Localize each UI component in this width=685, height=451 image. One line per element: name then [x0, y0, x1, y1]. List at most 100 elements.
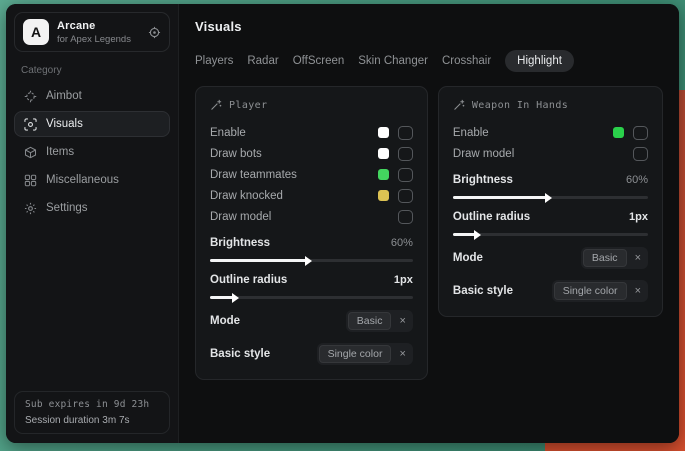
checkbox[interactable] [633, 126, 648, 140]
sidebar-item-label: Settings [46, 202, 88, 214]
slider-track[interactable] [210, 259, 413, 262]
panel-title: Weapon In Hands [472, 100, 568, 111]
content-area: Player Enable Draw bots Draw teammates D… [195, 86, 663, 380]
select-label: Mode [453, 252, 581, 264]
select-value: Single color [554, 282, 627, 300]
x-icon[interactable]: × [635, 253, 641, 264]
scan-icon [24, 118, 37, 131]
sub-expires-text: Sub expires in 9d 23h [25, 399, 159, 410]
toggle-row-draw-model: Draw model [210, 206, 413, 227]
tab-offscreen[interactable]: OffScreen [293, 50, 345, 72]
toggle-row-draw-bots: Draw bots [210, 143, 413, 164]
select-label: Mode [210, 315, 346, 327]
slider-value: 60% [626, 174, 648, 186]
grid-icon [24, 174, 37, 187]
slider-outline-radius: Outline radius 1px [210, 271, 413, 299]
sidebar-item-visuals[interactable]: Visuals [14, 111, 170, 137]
sidebar-item-label: Visuals [46, 118, 83, 130]
tab-players[interactable]: Players [195, 50, 233, 72]
sidebar-item-label: Miscellaneous [46, 174, 119, 186]
toggle-row-enable: Enable [210, 122, 413, 143]
checkbox[interactable] [398, 147, 413, 161]
select-row-basic-style: Basic style Single color × [210, 343, 413, 365]
wand-icon [210, 99, 222, 111]
color-swatch[interactable] [613, 127, 624, 138]
gear-icon [24, 202, 37, 215]
select-chip[interactable]: Basic × [581, 247, 648, 269]
x-icon[interactable]: × [635, 286, 641, 297]
app-name: Arcane [57, 20, 140, 32]
select-value: Single color [319, 345, 392, 363]
brand-text: Arcane for Apex Legends [57, 20, 140, 45]
select-chip[interactable]: Single color × [552, 280, 648, 302]
tab-highlight[interactable]: Highlight [505, 50, 574, 72]
sidebar-item-miscellaneous[interactable]: Miscellaneous [14, 167, 170, 193]
checkbox[interactable] [398, 189, 413, 203]
tab-crosshair[interactable]: Crosshair [442, 50, 491, 72]
toggle-label: Enable [210, 127, 378, 139]
sidebar-item-label: Aimbot [46, 90, 82, 102]
main-area: Visuals PlayersRadarOffScreenSkin Change… [179, 4, 679, 443]
select-chip[interactable]: Single color × [317, 343, 413, 365]
color-swatch[interactable] [378, 169, 389, 180]
slider-label: Brightness [210, 237, 391, 249]
slider-track[interactable] [210, 296, 413, 299]
checkbox[interactable] [398, 126, 413, 140]
wand-icon [453, 99, 465, 111]
select-row-mode: Mode Basic × [210, 310, 413, 332]
x-icon[interactable]: × [399, 349, 405, 360]
x-icon[interactable]: × [399, 316, 405, 327]
slider-fill [453, 196, 547, 199]
slider-thumb[interactable] [474, 230, 481, 240]
sidebar-item-label: Items [46, 146, 74, 158]
select-row-mode: Mode Basic × [453, 247, 648, 269]
slider-thumb[interactable] [545, 193, 552, 203]
panel-header: Player [210, 99, 413, 111]
brand-card: A Arcane for Apex Legends [14, 12, 170, 52]
select-value: Basic [583, 249, 627, 267]
slider-thumb[interactable] [305, 256, 312, 266]
color-swatch[interactable] [378, 148, 389, 159]
slider-track[interactable] [453, 196, 648, 199]
color-swatch[interactable] [378, 127, 389, 138]
slider-thumb[interactable] [232, 293, 239, 303]
slider-label: Brightness [453, 174, 626, 186]
color-swatch[interactable] [378, 190, 389, 201]
checkbox[interactable] [398, 168, 413, 182]
crosshair-icon [24, 90, 37, 103]
target-icon[interactable] [148, 26, 161, 39]
subscription-card: Sub expires in 9d 23h Session duration 3… [14, 391, 170, 434]
toggle-label: Enable [453, 127, 613, 139]
toggle-row-draw-knocked: Draw knocked [210, 185, 413, 206]
slider-track[interactable] [453, 233, 648, 236]
slider-value: 1px [394, 274, 413, 286]
checkbox[interactable] [398, 210, 413, 224]
app-window: A Arcane for Apex Legends Category Aimbo… [6, 4, 679, 443]
toggle-row-enable: Enable [453, 122, 648, 143]
toggle-label: Draw teammates [210, 169, 378, 181]
panel-title: Player [229, 100, 268, 111]
sidebar: A Arcane for Apex Legends Category Aimbo… [6, 4, 179, 443]
slider-value: 1px [629, 211, 648, 223]
slider-fill [210, 296, 234, 299]
select-value: Basic [348, 312, 392, 330]
select-chip[interactable]: Basic × [346, 310, 413, 332]
tab-skin-changer[interactable]: Skin Changer [358, 50, 428, 72]
slider-fill [453, 233, 476, 236]
sidebar-item-items[interactable]: Items [14, 139, 170, 165]
toggle-row-draw-teammates: Draw teammates [210, 164, 413, 185]
select-label: Basic style [210, 348, 317, 360]
sidebar-item-settings[interactable]: Settings [14, 195, 170, 221]
tab-bar: Players Radar OffScreen Skin Changer Crossha… [195, 50, 663, 72]
sidebar-item-aimbot[interactable]: Aimbot [14, 83, 170, 109]
app-subtitle: for Apex Legends [57, 34, 140, 45]
toggle-label: Draw knocked [210, 190, 378, 202]
checkbox[interactable] [633, 147, 648, 161]
panel-header: Weapon In Hands [453, 99, 648, 111]
tab-radar[interactable]: Radar [247, 50, 278, 72]
toggle-label: Draw model [210, 211, 398, 223]
select-label: Basic style [453, 285, 552, 297]
panel-player: Player Enable Draw bots Draw teammates D… [195, 86, 428, 380]
slider-label: Outline radius [210, 274, 394, 286]
app-logo: A [23, 19, 49, 45]
